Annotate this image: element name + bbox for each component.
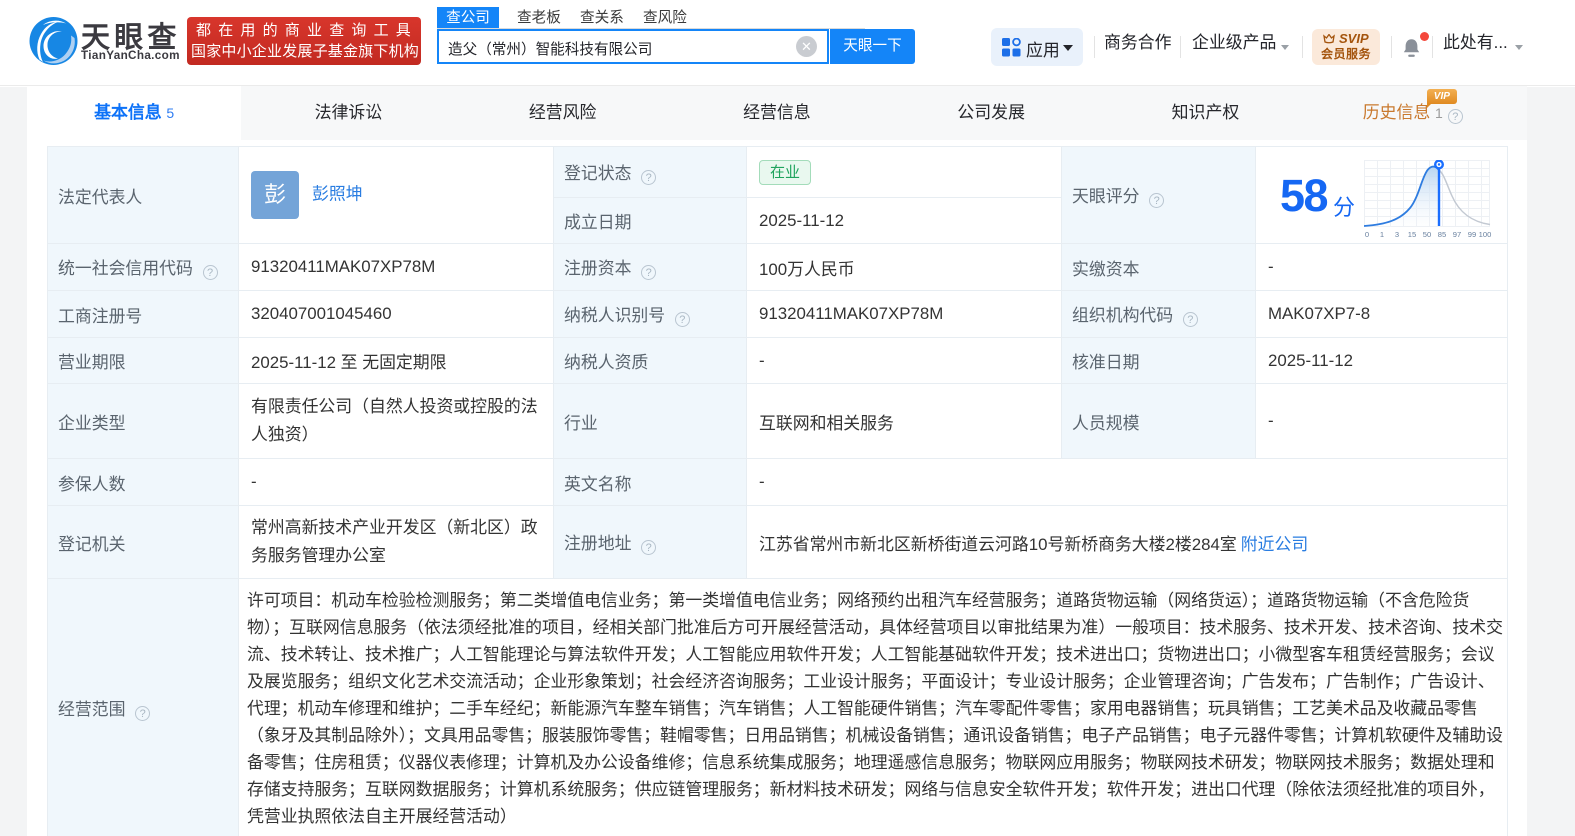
svg-text:99: 99 [1468, 230, 1476, 239]
svg-text:50: 50 [1423, 230, 1431, 239]
svg-text:3: 3 [1395, 230, 1399, 239]
svg-text:1: 1 [1380, 230, 1384, 239]
svg-text:100: 100 [1479, 230, 1492, 239]
svg-text:97: 97 [1453, 230, 1461, 239]
svg-text:85: 85 [1438, 230, 1446, 239]
svg-text:0: 0 [1365, 230, 1369, 239]
svg-text:15: 15 [1408, 230, 1416, 239]
